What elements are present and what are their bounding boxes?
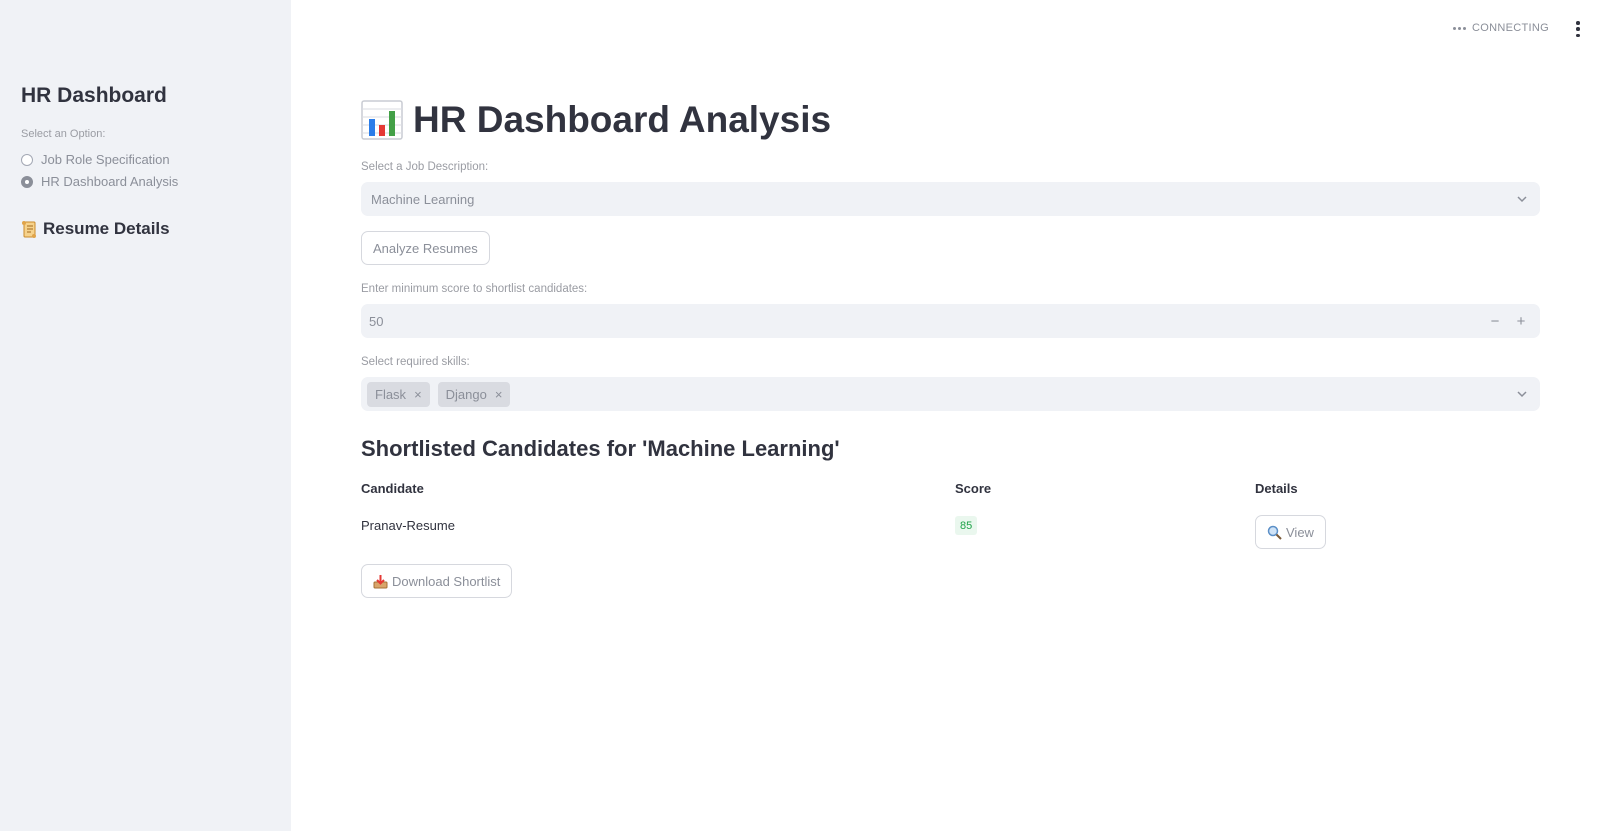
required-skills-multiselect[interactable]: Flask × Django × <box>361 377 1540 411</box>
view-details-button[interactable]: View <box>1255 515 1326 549</box>
view-button-label: View <box>1286 524 1314 540</box>
score-stepper: − + <box>1482 309 1534 333</box>
resume-details-heading: Resume Details <box>21 219 170 239</box>
column-header-details: Details <box>1255 481 1298 496</box>
skill-tag-label: Django <box>445 386 487 402</box>
scroll-icon <box>21 220 37 239</box>
chevron-down-icon <box>1517 196 1527 203</box>
radio-label: HR Dashboard Analysis <box>41 174 179 189</box>
sidebar-title: HR Dashboard <box>21 84 167 107</box>
status-dots-icon <box>1453 26 1467 30</box>
download-button-label: Download Shortlist <box>392 573 501 589</box>
shortlist-title: Shortlisted Candidates for 'Machine Lear… <box>361 436 840 461</box>
option-label: Select an Option: <box>21 128 106 140</box>
skill-tag-label: Flask <box>375 386 407 402</box>
radio-label: Job Role Specification <box>41 152 170 167</box>
remove-tag-icon[interactable]: × <box>414 387 422 402</box>
magnifier-icon <box>1267 525 1282 540</box>
column-header-candidate: Candidate <box>361 481 424 496</box>
page-title: HR Dashboard Analysis <box>361 99 831 141</box>
score-badge: 85 <box>955 516 978 535</box>
sidebar: HR Dashboard Select an Option: Job Role … <box>0 0 291 831</box>
minimum-score-input[interactable]: − + <box>361 304 1540 338</box>
required-skills-label: Select required skills: <box>361 356 470 368</box>
minimum-score-label: Enter minimum score to shortlist candida… <box>361 283 588 295</box>
increment-button[interactable]: + <box>1508 309 1534 333</box>
kebab-menu-icon[interactable] <box>1573 21 1583 37</box>
remove-tag-icon[interactable]: × <box>495 387 503 402</box>
job-description-label: Select a Job Description: <box>361 161 489 173</box>
analyze-resumes-button[interactable]: Analyze Resumes <box>361 231 490 265</box>
page-title-text: HR Dashboard Analysis <box>413 99 832 140</box>
resume-details-label: Resume Details <box>43 219 170 238</box>
chevron-down-icon <box>1517 391 1527 398</box>
radio-hr-dashboard-analysis[interactable]: HR Dashboard Analysis <box>21 174 178 189</box>
radio-job-role-specification[interactable]: Job Role Specification <box>21 152 170 167</box>
decrement-button[interactable]: − <box>1482 309 1508 333</box>
job-description-value: Machine Learning <box>371 191 475 207</box>
candidate-name: Pranav-Resume <box>361 518 455 533</box>
status-text: CONNECTING <box>1472 22 1549 34</box>
skill-tag: Django × <box>437 381 511 407</box>
skill-tags: Flask × Django × <box>367 381 511 407</box>
bar-chart-icon <box>361 100 403 140</box>
radio-button[interactable] <box>21 153 33 166</box>
connection-status: CONNECTING <box>1453 22 1549 34</box>
minimum-score-field[interactable] <box>369 313 1429 329</box>
download-shortlist-button[interactable]: Download Shortlist <box>361 564 513 598</box>
radio-button-selected[interactable] <box>21 175 33 188</box>
job-description-select[interactable]: Machine Learning <box>361 182 1540 216</box>
skill-tag: Flask × <box>367 381 430 407</box>
inbox-tray-icon <box>373 574 388 588</box>
column-header-score: Score <box>955 481 992 496</box>
